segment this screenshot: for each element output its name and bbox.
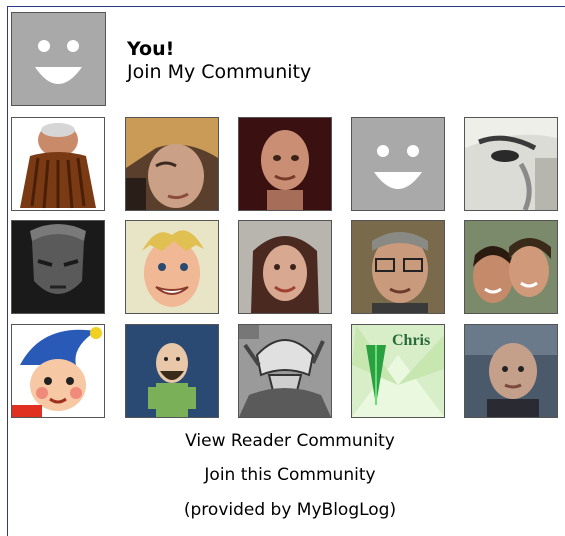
join-community-link[interactable]: Join this Community xyxy=(0,465,565,485)
member-avatar-14[interactable]: Chris xyxy=(351,324,445,418)
you-title: You! xyxy=(127,38,175,60)
member-avatar-1[interactable] xyxy=(11,117,105,211)
member-default-smiley-icon xyxy=(352,118,444,210)
member-photo-cg-character-icon xyxy=(12,221,104,313)
chris-tile-text: Chris xyxy=(392,332,430,349)
member-avatar-9[interactable] xyxy=(351,220,445,314)
join-my-community-link[interactable]: Join My Community xyxy=(127,61,311,83)
member-avatar-5[interactable] xyxy=(464,117,558,211)
you-avatar[interactable] xyxy=(11,12,106,106)
member-avatar-4[interactable] xyxy=(351,117,445,211)
member-avatar-8[interactable] xyxy=(238,220,332,314)
member-photo-cartoon-bearded-man-icon xyxy=(126,325,218,417)
member-photo-cartoon-blond-man-icon xyxy=(126,221,218,313)
member-photo-woman-smiling-icon xyxy=(239,221,331,313)
member-photo-couple-icon xyxy=(465,221,557,313)
member-photo-cartoon-football-icon xyxy=(239,325,331,417)
member-photo-chris-green-icon: Chris xyxy=(352,325,444,417)
member-avatar-10[interactable] xyxy=(464,220,558,314)
default-smiley-icon xyxy=(12,13,105,105)
member-avatar-15[interactable] xyxy=(464,324,558,418)
member-photo-man-glasses-icon xyxy=(352,221,444,313)
member-photo-bald-man-dark-icon xyxy=(465,325,557,417)
member-avatar-7[interactable] xyxy=(125,220,219,314)
member-avatar-13[interactable] xyxy=(238,324,332,418)
member-photo-woman-blonde-icon xyxy=(126,118,218,210)
member-photo-upside-down-icon xyxy=(12,118,104,210)
member-photo-man-closeup-icon xyxy=(465,118,557,210)
member-avatar-2[interactable] xyxy=(125,117,219,211)
member-avatar-6[interactable] xyxy=(11,220,105,314)
view-reader-community-link[interactable]: View Reader Community xyxy=(0,431,565,451)
member-avatar-11[interactable] xyxy=(11,324,105,418)
member-avatar-3[interactable] xyxy=(238,117,332,211)
provided-by-mybloglog-link[interactable]: (provided by MyBlogLog) xyxy=(0,500,565,520)
member-photo-noddy-cartoon-icon xyxy=(12,325,104,417)
member-photo-bald-man-icon xyxy=(239,118,331,210)
member-avatar-12[interactable] xyxy=(125,324,219,418)
